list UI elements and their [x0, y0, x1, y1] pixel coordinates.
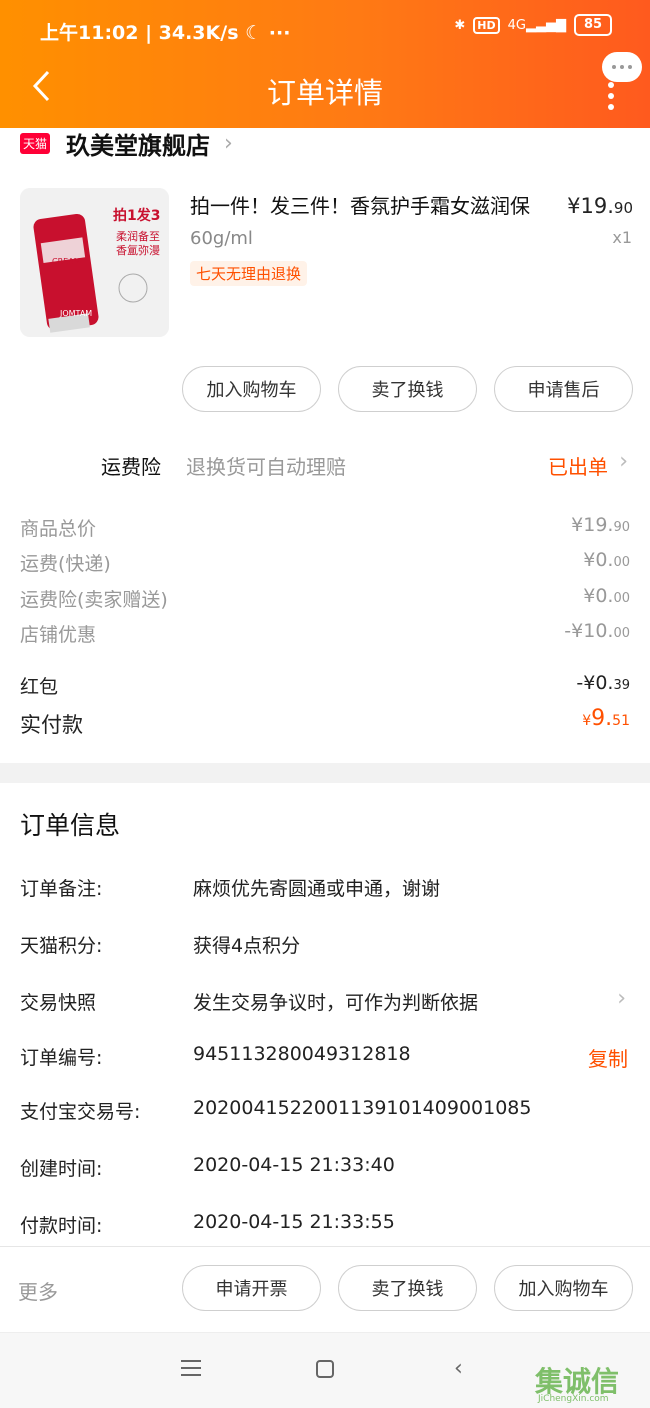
paid-amount: ¥9.51 [582, 706, 630, 731]
home-icon[interactable] [316, 1360, 334, 1378]
chevron-right-icon[interactable]: › [619, 449, 628, 474]
svg-text:香氲弥漫: 香氲弥漫 [116, 243, 160, 257]
back-icon[interactable]: ‹ [454, 1356, 463, 1381]
price-row-label: 商品总价 [20, 518, 97, 540]
info-label: 天猫积分: [20, 935, 103, 957]
info-value: 麻烦优先寄圆通或申通，谢谢 [193, 878, 441, 900]
add-to-cart-button[interactable]: 加入购物车 [182, 366, 321, 412]
page-title: 订单详情 [266, 76, 383, 110]
more-menu-icon[interactable] [608, 82, 614, 115]
message-bubble-icon[interactable] [602, 52, 642, 82]
product-title[interactable]: 拍一件！发三件！香氛护手霜女滋润保 [190, 190, 530, 219]
price-row-value: -¥10.00 [564, 620, 630, 642]
price-row-label: 红包 [20, 676, 59, 698]
chevron-right-icon[interactable]: › [617, 986, 626, 1011]
request-invoice-button[interactable]: 申请开票 [182, 1265, 321, 1311]
price-row-label: 运费(快递) [20, 553, 111, 575]
price-row-label: 店铺优惠 [20, 624, 97, 646]
product-price: ¥19.90 [567, 194, 633, 218]
info-label: 创建时间: [20, 1158, 103, 1180]
price-row-label: 运费险(卖家赠送) [20, 589, 168, 611]
info-value: 2020-04-15 21:33:40 [193, 1154, 395, 1176]
return-policy-badge: 七天无理由退换 [190, 261, 308, 286]
info-value: 获得4点积分 [193, 935, 301, 957]
product-spec: 60g/ml [190, 228, 253, 249]
chevron-right-icon: › [224, 130, 233, 156]
price-row-value: -¥0.39 [576, 672, 630, 694]
info-label: 付款时间: [20, 1215, 103, 1237]
svg-text:柔润备至: 柔润备至 [116, 229, 160, 243]
price-row-value: ¥19.90 [571, 514, 630, 536]
battery-icon: 85 [574, 14, 612, 36]
shop-header[interactable]: 天猫 玖美堂旗舰店 › [20, 128, 233, 160]
info-label: 支付宝交易号: [20, 1101, 141, 1123]
price-row-value: ¥0.00 [583, 549, 630, 571]
insurance-status[interactable]: 已出单 [548, 451, 608, 480]
watermark-site: JiChengXin.com [538, 1394, 609, 1404]
shop-name: 玖美堂旗舰店 [66, 131, 211, 160]
paid-label: 实付款 [20, 713, 83, 737]
info-label: 订单备注: [20, 878, 103, 900]
resell-button[interactable]: 卖了换钱 [338, 1265, 477, 1311]
tmall-badge: 天猫 [20, 132, 51, 154]
more-button[interactable]: 更多 [18, 1276, 58, 1305]
insurance-label: 运费险 [101, 455, 161, 479]
section-divider [0, 763, 650, 783]
copy-button[interactable]: 复制 [588, 1043, 628, 1072]
status-time: 上午11:02 | 34.3K/s ☾ ··· [40, 22, 291, 44]
thumb-headline: 拍1发3 [113, 207, 160, 224]
product-quantity: x1 [612, 228, 632, 247]
info-label: 订单编号: [20, 1047, 103, 1069]
svg-text:JOMTAM: JOMTAM [59, 309, 92, 318]
product-thumbnail[interactable]: 拍1发3 柔润备至 香氲弥漫 CREAM JOMTAM [20, 188, 169, 337]
resell-button[interactable]: 卖了换钱 [338, 366, 477, 412]
svg-text:CREAM: CREAM [52, 257, 81, 266]
order-number: 945113280049312818 [193, 1043, 411, 1065]
app-header: 上午11:02 | 34.3K/s ☾ ··· ✱ HD 4G▂▃▅▇ 85 订… [0, 0, 650, 128]
snapshot-label[interactable]: 交易快照 [20, 988, 96, 1015]
info-value: 2020-04-15 21:33:55 [193, 1211, 395, 1233]
info-value: 2020041522001139101409001085 [193, 1097, 532, 1119]
status-icons: ✱ HD 4G▂▃▅▇ 85 [454, 14, 612, 36]
menu-icon[interactable] [181, 1360, 201, 1381]
hd-badge: HD [473, 16, 500, 34]
snapshot-value[interactable]: 发生交易争议时，可作为判断依据 [193, 988, 478, 1015]
order-info-heading: 订单信息 [20, 811, 121, 840]
bluetooth-icon: ✱ [454, 17, 466, 33]
after-sales-button[interactable]: 申请售后 [494, 366, 633, 412]
add-to-cart-button[interactable]: 加入购物车 [494, 1265, 633, 1311]
price-row-value: ¥0.00 [583, 585, 630, 607]
insurance-desc: 退换货可自动理赔 [186, 455, 346, 479]
signal-icon: 4G▂▃▅▇ [507, 17, 566, 33]
